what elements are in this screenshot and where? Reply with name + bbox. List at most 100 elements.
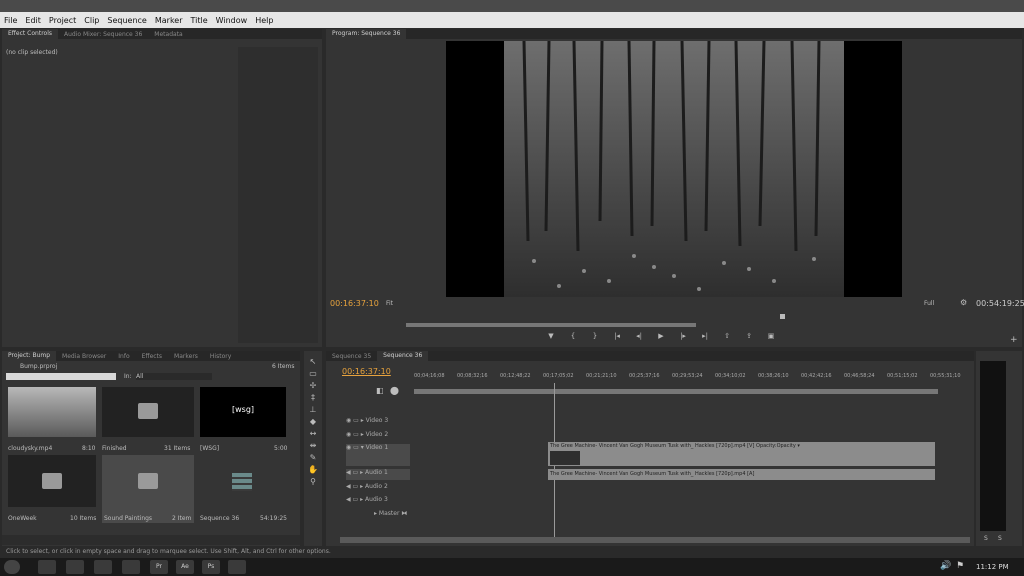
video-clip[interactable]: The Gree Machine- Vincent Van Gogh Museu… <box>548 442 935 466</box>
start-button-icon[interactable] <box>4 560 20 574</box>
audio-meter-bar <box>980 361 1006 531</box>
track-video-2[interactable]: ◉ ▭ ▸ Video 2 <box>346 431 388 438</box>
zoom-fit-select[interactable]: Fit <box>386 300 393 307</box>
extract-icon[interactable]: ⇪ <box>744 332 754 340</box>
razor-tool-icon[interactable]: ◆ <box>308 417 318 427</box>
flag-icon[interactable]: ⚑ <box>956 561 964 571</box>
marker-icon[interactable]: ▼ <box>546 332 556 340</box>
mark-out-icon[interactable]: } <box>590 332 600 340</box>
tab-markers[interactable]: Markers <box>168 353 204 360</box>
volume-icon[interactable]: 🔊 <box>940 561 951 571</box>
sequence-icon <box>232 473 252 491</box>
zoom-tool-icon[interactable]: ⚲ <box>308 477 318 487</box>
go-to-in-icon[interactable]: |◂ <box>612 332 622 340</box>
track-audio-3[interactable]: ◀ ▭ ▸ Audio 3 <box>346 496 388 503</box>
pen-tool-icon[interactable]: ✎ <box>308 453 318 463</box>
lift-icon[interactable]: ⇧ <box>722 332 732 340</box>
taskbar-app-1-icon[interactable] <box>38 560 56 574</box>
timeline-tabs: Sequence 35 Sequence 36 <box>326 351 974 361</box>
play-icon[interactable]: ▶ <box>656 332 666 340</box>
rolling-edit-tool-icon[interactable]: ‡ <box>308 393 318 403</box>
menu-edit[interactable]: Edit <box>21 16 45 25</box>
track-master[interactable]: ▸ Master ⧓ <box>374 510 407 517</box>
tab-effects[interactable]: Effects <box>136 353 168 360</box>
item-meta: 2 Item <box>172 515 192 522</box>
menu-clip[interactable]: Clip <box>80 16 103 25</box>
effect-controls-panel: Effect Controls Audio Mixer: Sequence 36… <box>2 29 322 347</box>
taskbar-app-2-icon[interactable] <box>66 560 84 574</box>
folder-icon <box>138 403 158 419</box>
taskbar-aftereffects-icon[interactable]: Ae <box>176 560 194 574</box>
tab-info[interactable]: Info <box>112 353 135 360</box>
project-item-wsg[interactable]: [wsg] [WSG] 5:00 <box>200 387 288 455</box>
project-item-oneweek[interactable]: OneWeek 10 Items <box>8 455 98 523</box>
selection-tool-icon[interactable]: ↖ <box>308 357 318 367</box>
tab-effect-controls[interactable]: Effect Controls <box>2 29 58 39</box>
wrench-icon[interactable]: ⚙ <box>960 298 967 307</box>
taskbar-app-3-icon[interactable] <box>94 560 112 574</box>
program-timecode-current[interactable]: 00:16:37:10 <box>330 299 379 308</box>
program-scrub-bar[interactable] <box>406 323 696 327</box>
snap-icon[interactable]: ◧ <box>376 386 384 395</box>
timeline-horizontal-scrollbar[interactable] <box>340 537 970 543</box>
slide-tool-icon[interactable]: ⇹ <box>308 441 318 451</box>
ruler-tick: 00;46;58;24 <box>844 373 875 379</box>
in-select[interactable]: All <box>136 373 212 380</box>
tab-project[interactable]: Project: Bump <box>2 351 57 361</box>
track-select-tool-icon[interactable]: ▭ <box>308 369 318 379</box>
cloudysky-thumbnail <box>8 387 96 437</box>
playhead-marker[interactable] <box>780 314 785 319</box>
export-frame-icon[interactable]: ▣ <box>766 332 776 340</box>
work-area-bar[interactable] <box>414 389 938 394</box>
menu-file[interactable]: File <box>0 16 21 25</box>
item-name: OneWeek <box>8 515 37 522</box>
menu-title[interactable]: Title <box>187 16 212 25</box>
go-to-out-icon[interactable]: ▸| <box>700 332 710 340</box>
hand-tool-icon[interactable]: ✋ <box>308 465 318 475</box>
marker-add-icon[interactable]: ⬤ <box>390 386 399 395</box>
video-clip-thumbnail <box>550 451 580 465</box>
ripple-edit-tool-icon[interactable]: ✢ <box>308 381 318 391</box>
menu-window[interactable]: Window <box>212 16 252 25</box>
taskbar-premiere-icon[interactable]: Pr <box>150 560 168 574</box>
ruler-tick: 00;21;21;10 <box>586 373 617 379</box>
taskbar-photoshop-icon[interactable]: Ps <box>202 560 220 574</box>
ruler-tick: 00;38;26;10 <box>758 373 789 379</box>
effect-timeline-area <box>238 47 318 343</box>
menu-help[interactable]: Help <box>251 16 277 25</box>
tools-panel: ↖ ▭ ✢ ‡ ⊥ ◆ ↔ ⇹ ✎ ✋ ⚲ <box>304 351 322 546</box>
audio-clip[interactable]: The Gree Machine- Vincent Van Gogh Museu… <box>548 469 935 480</box>
resolution-select[interactable]: Full <box>924 300 934 307</box>
add-button-icon[interactable]: + <box>1010 335 1018 345</box>
project-panel: Project: Bump Media Browser Info Effects… <box>2 351 300 546</box>
project-item-cloudysky[interactable]: cloudysky.mp4 8:10 <box>8 387 98 455</box>
track-audio-1[interactable]: ◀ ▭ ▸ Audio 1 <box>346 469 410 480</box>
track-video-1[interactable]: ◉ ▭ ▾ Video 1 <box>346 444 410 466</box>
tab-program-monitor[interactable]: Program: Sequence 36 <box>326 29 407 39</box>
rate-stretch-tool-icon[interactable]: ⊥ <box>308 405 318 415</box>
project-item-finished[interactable]: Finished 31 Items <box>102 387 194 455</box>
step-forward-icon[interactable]: |▸ <box>678 332 688 340</box>
project-item-sequence-36[interactable]: Sequence 36 54:19:25 <box>200 455 288 523</box>
mark-in-icon[interactable]: { <box>568 332 578 340</box>
tab-sequence-35[interactable]: Sequence 35 <box>326 353 377 360</box>
time-ruler[interactable]: 00;04;16;08 00;08;32;16 00;12;48;22 00;1… <box>414 373 961 383</box>
menu-project[interactable]: Project <box>45 16 80 25</box>
taskbar-folder-icon[interactable] <box>122 560 140 574</box>
project-search-input[interactable] <box>6 373 116 380</box>
tab-audio-mixer[interactable]: Audio Mixer: Sequence 36 <box>58 31 148 38</box>
track-audio-2[interactable]: ◀ ▭ ▸ Audio 2 <box>346 483 388 490</box>
tab-metadata[interactable]: Metadata <box>148 31 188 38</box>
no-clip-label: (no clip selected) <box>6 49 58 56</box>
timeline-timecode[interactable]: 00:16:37:10 <box>342 367 391 376</box>
tab-sequence-36[interactable]: Sequence 36 <box>377 351 429 361</box>
step-back-icon[interactable]: ◂| <box>634 332 644 340</box>
track-video-3[interactable]: ◉ ▭ ▸ Video 3 <box>346 417 388 424</box>
menu-sequence[interactable]: Sequence <box>103 16 150 25</box>
menu-marker[interactable]: Marker <box>151 16 187 25</box>
project-item-sound-paintings[interactable]: Sound Paintings 2 Item <box>102 455 194 523</box>
taskbar-app-4-icon[interactable] <box>228 560 246 574</box>
tab-history[interactable]: History <box>204 353 237 360</box>
slip-tool-icon[interactable]: ↔ <box>308 429 318 439</box>
tab-media-browser[interactable]: Media Browser <box>56 353 112 360</box>
